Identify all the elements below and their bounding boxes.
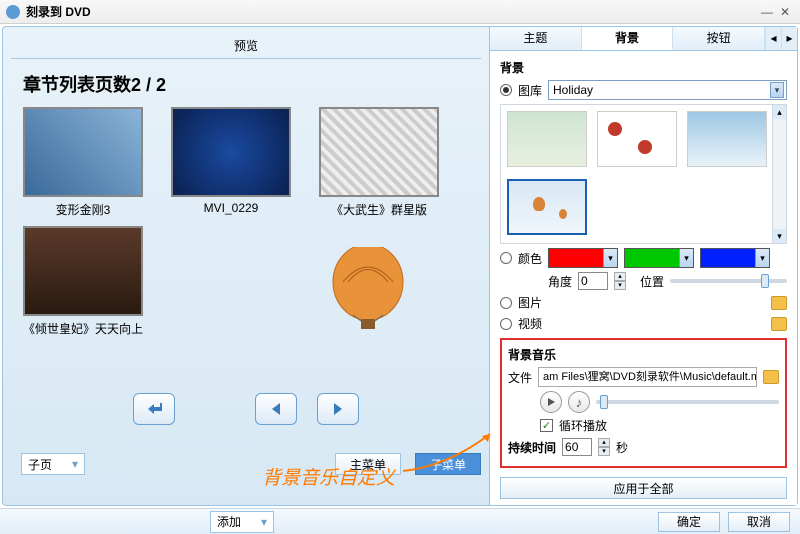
bg-section-title: 背景	[500, 59, 787, 76]
chevron-down-icon: ▾	[72, 457, 78, 471]
radio-image[interactable]	[500, 297, 512, 309]
minimize-icon[interactable]: —	[758, 5, 776, 19]
apply-all-button[interactable]: 应用于全部	[500, 477, 787, 499]
library-value: Holiday	[553, 83, 593, 97]
color-2[interactable]: ▾	[624, 248, 694, 268]
color-1[interactable]: ▾	[548, 248, 618, 268]
ok-button[interactable]: 确定	[658, 512, 720, 532]
subpage-value: 子页	[28, 456, 52, 473]
folder-icon[interactable]	[771, 296, 787, 310]
footer: 添加 ▾ 确定 取消	[0, 508, 800, 534]
tab-button[interactable]: 按钮	[673, 27, 765, 50]
radio-video-label: 视频	[518, 315, 542, 332]
bg-gallery: ▴▾	[500, 104, 787, 244]
pos-label: 位置	[640, 273, 664, 290]
nav-return-button[interactable]	[133, 393, 175, 425]
thumb-row-1: 变形金刚3 MVI_0229 《大武生》群星版	[11, 107, 481, 218]
tab-background[interactable]: 背景	[582, 27, 674, 50]
main-area: 预览 章节列表页数2 / 2 变形金刚3 MVI_0229 《大武生》群星版 《…	[2, 26, 798, 506]
app-icon	[6, 5, 20, 19]
gallery-scrollbar[interactable]: ▴▾	[772, 105, 786, 243]
bg-thumb[interactable]	[507, 111, 587, 167]
nav-buttons	[11, 393, 481, 425]
thumb-item[interactable]: 变形金刚3	[23, 107, 143, 218]
loop-label: 循环播放	[559, 417, 607, 434]
radio-image-label: 图片	[518, 294, 542, 311]
thumb-label: 《大武生》群星版	[319, 201, 439, 218]
bg-thumb-selected[interactable]	[507, 179, 587, 235]
nav-prev-button[interactable]	[255, 393, 297, 425]
bg-thumb[interactable]	[687, 111, 767, 167]
radio-color[interactable]	[500, 252, 512, 264]
file-path-field[interactable]: am Files\狸窝\DVD刻录软件\Music\default.mp3	[538, 367, 757, 387]
thumb-label: 变形金刚3	[23, 201, 143, 218]
color-3[interactable]: ▾	[700, 248, 770, 268]
folder-icon[interactable]	[763, 370, 779, 384]
thumb-label: MVI_0229	[171, 201, 291, 215]
right-panel: 主题 背景 按钮 ◂ ▸ 背景 图库 Holiday ▾ ▴▾	[489, 27, 797, 505]
angle-input[interactable]	[578, 272, 608, 290]
folder-icon[interactable]	[771, 317, 787, 331]
duration-label: 持续时间	[508, 439, 556, 456]
bottom-tabs: 子页 ▾ 主菜单 子菜单	[11, 453, 481, 475]
annotation-text: 背景音乐自定义	[262, 463, 395, 490]
note-button[interactable]: ♪	[568, 391, 590, 413]
angle-label: 角度	[548, 273, 572, 290]
music-position-slider[interactable]	[596, 400, 779, 404]
balloon-decoration	[323, 247, 413, 357]
bg-thumb[interactable]	[597, 111, 677, 167]
chevron-down-icon: ▾	[261, 515, 267, 529]
play-button[interactable]	[540, 391, 562, 413]
preview-header: 预览	[11, 33, 481, 59]
right-tabs: 主题 背景 按钮 ◂ ▸	[490, 27, 797, 51]
add-dropdown[interactable]: 添加 ▾	[210, 511, 274, 533]
duration-spinner[interactable]: ▴▾	[598, 438, 610, 456]
thumb-item[interactable]: MVI_0229	[171, 107, 291, 218]
cancel-button[interactable]: 取消	[728, 512, 790, 532]
radio-color-label: 颜色	[518, 250, 542, 267]
tab-scroll-left-icon[interactable]: ◂	[765, 27, 781, 50]
music-section-title: 背景音乐	[508, 346, 779, 363]
close-icon[interactable]: ✕	[776, 5, 794, 19]
chapter-title: 章节列表页数2 / 2	[23, 71, 481, 97]
tab-scroll-right-icon[interactable]: ▸	[781, 27, 797, 50]
tab-theme[interactable]: 主题	[490, 27, 582, 50]
position-slider[interactable]	[670, 279, 787, 283]
duration-unit: 秒	[616, 439, 628, 456]
titlebar: 刻录到 DVD — ✕	[0, 0, 800, 24]
preview-panel: 预览 章节列表页数2 / 2 变形金刚3 MVI_0229 《大武生》群星版 《…	[3, 27, 489, 505]
angle-spinner[interactable]: ▴▾	[614, 272, 626, 290]
nav-next-button[interactable]	[317, 393, 359, 425]
thumb-label: 《倾世皇妃》天天向上	[23, 320, 143, 337]
duration-input[interactable]	[562, 438, 592, 456]
radio-library[interactable]	[500, 84, 512, 96]
right-content: 背景 图库 Holiday ▾ ▴▾ 颜色 ▾ ▾	[490, 51, 797, 471]
file-label: 文件	[508, 369, 532, 386]
thumb-item[interactable]: 《大武生》群星版	[319, 107, 439, 218]
window-title: 刻录到 DVD	[26, 3, 758, 20]
radio-library-label: 图库	[518, 82, 542, 99]
radio-video[interactable]	[500, 318, 512, 330]
chevron-down-icon: ▾	[770, 82, 784, 98]
music-highlight-box: 背景音乐 文件 am Files\狸窝\DVD刻录软件\Music\defaul…	[500, 338, 787, 468]
tab-sub-menu[interactable]: 子菜单	[415, 453, 481, 475]
thumb-item[interactable]: 《倾世皇妃》天天向上	[23, 226, 143, 337]
loop-checkbox[interactable]: ✓	[540, 419, 553, 432]
subpage-dropdown[interactable]: 子页 ▾	[21, 453, 85, 475]
library-select[interactable]: Holiday ▾	[548, 80, 787, 100]
